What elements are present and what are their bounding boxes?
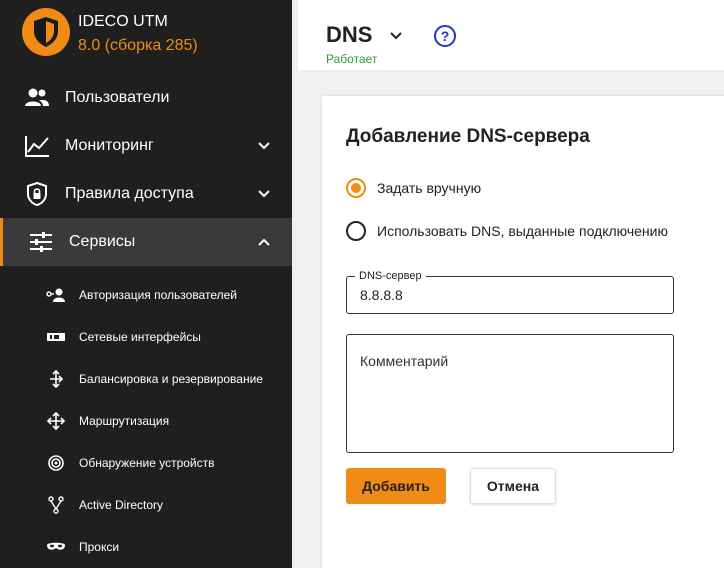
chevron-down-icon: [258, 190, 270, 198]
sidebar-subitem-label: Балансировка и резервирование: [79, 372, 263, 386]
add-button[interactable]: Добавить: [346, 468, 446, 504]
sidebar-subitem-label: Маршрутизация: [79, 414, 170, 428]
dns-server-field[interactable]: DNS-сервер: [346, 270, 674, 314]
comment-textarea[interactable]: [360, 353, 660, 443]
sidebar-item-monitoring[interactable]: Мониторинг: [0, 122, 292, 170]
sidebar-subitem-user-auth[interactable]: Авторизация пользователей: [0, 274, 292, 316]
sidebar-subitem-label: Авторизация пользователей: [79, 288, 237, 302]
move-arrows-icon: [46, 412, 66, 430]
form-title: Добавление DNS-сервера: [346, 126, 590, 147]
sidebar-subitem-label: Active Directory: [79, 498, 164, 512]
shield-logo-icon: [22, 8, 70, 56]
sidebar-subitem-label: Обнаружение устройств: [79, 456, 215, 470]
sidebar-subitem-network-interfaces[interactable]: Сетевые интерфейсы: [0, 316, 292, 358]
balance-arrows-icon: [50, 370, 64, 388]
network-card-icon: [47, 333, 65, 341]
comment-field[interactable]: [346, 334, 674, 453]
sidebar-subitem-proxy[interactable]: Прокси: [0, 526, 292, 568]
sidebar-item-label: Сервисы: [69, 233, 136, 250]
chevron-down-icon: [258, 142, 270, 150]
sidebar-item-label: Пользователи: [65, 89, 170, 106]
cancel-button[interactable]: Отмена: [470, 468, 556, 504]
mask-icon: [47, 542, 65, 550]
dns-server-input[interactable]: [360, 287, 660, 303]
service-status: Работает: [326, 52, 378, 66]
chart-line-icon: [25, 136, 49, 157]
radio-auto[interactable]: Использовать DNS, выданные подключению: [346, 221, 668, 241]
user-key-icon: [46, 288, 65, 302]
radio-auto-control[interactable]: [346, 221, 366, 241]
radar-icon: [48, 455, 64, 471]
radio-auto-label: Использовать DNS, выданные подключению: [377, 223, 668, 239]
shield-lock-icon: [27, 182, 47, 206]
add-dns-card: Добавление DNS-сервера Задать вручную Ис…: [322, 96, 724, 568]
sidebar-item-services[interactable]: Сервисы: [0, 218, 292, 266]
sidebar-item-users[interactable]: Пользователи: [0, 74, 292, 122]
sidebar-subitem-device-discovery[interactable]: Обнаружение устройств: [0, 442, 292, 484]
radio-manual[interactable]: Задать вручную: [346, 178, 481, 198]
sidebar-subitem-label: Сетевые интерфейсы: [79, 330, 201, 344]
chevron-down-icon[interactable]: [388, 28, 404, 44]
page-header: DNS ? Работает: [298, 0, 724, 70]
sliders-icon: [30, 232, 52, 252]
help-icon[interactable]: ?: [434, 25, 456, 47]
brand: IDECO UTM 8.0 (сборка 285): [0, 0, 292, 72]
radio-manual-label: Задать вручную: [377, 180, 482, 196]
radio-manual-control[interactable]: [346, 178, 366, 198]
sidebar-item-access-rules[interactable]: Правила доступа: [0, 170, 292, 218]
sidebar-subitem-balancing[interactable]: Балансировка и резервирование: [0, 358, 292, 400]
dns-server-label: DNS-сервер: [355, 270, 426, 282]
page-title: DNS: [326, 22, 373, 47]
sidebar-subitem-label: Прокси: [79, 540, 120, 554]
sidebar-item-label: Мониторинг: [65, 137, 154, 154]
users-icon: [25, 88, 49, 106]
sidebar-subitem-routing[interactable]: Маршрутизация: [0, 400, 292, 442]
sidebar-subitem-active-directory[interactable]: Active Directory: [0, 484, 292, 526]
tree-branch-icon: [48, 496, 64, 514]
sidebar: IDECO UTM 8.0 (сборка 285) Пользователи …: [0, 0, 292, 568]
sidebar-item-label: Правила доступа: [65, 185, 194, 202]
app-name: IDECO UTM: [78, 13, 168, 30]
chevron-up-icon: [258, 238, 270, 246]
app-version: 8.0 (сборка 285): [78, 37, 198, 54]
